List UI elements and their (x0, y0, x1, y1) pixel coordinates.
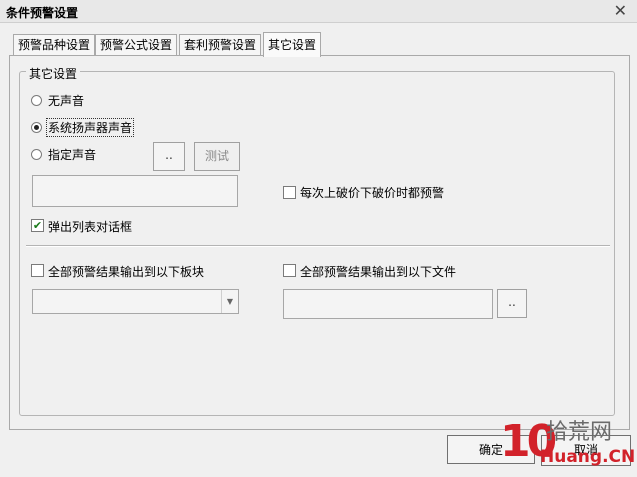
tab-other-settings[interactable]: 其它设置 (263, 32, 322, 57)
alert-every-break-checkbox[interactable] (283, 186, 296, 199)
export-block-checkbox[interactable] (31, 264, 44, 277)
tab-formula-settings[interactable]: 预警公式设置 (95, 34, 178, 56)
sound-path-field[interactable] (32, 175, 238, 207)
group-legend: 其它设置 (26, 65, 81, 82)
export-file-checkbox[interactable] (283, 264, 296, 277)
window-title: 条件预警设置 (6, 6, 79, 20)
sound-browse-button[interactable]: .. (153, 142, 185, 171)
export-file-label: 全部预警结果输出到以下文件 (300, 265, 457, 279)
tab-arbitrage-settings[interactable]: 套利预警设置 (179, 34, 262, 56)
title-bar: 条件预警设置 ✕ (0, 0, 637, 23)
block-select[interactable]: ▼ (32, 289, 239, 314)
watermark-logo-site: Huang.CN (540, 447, 636, 467)
custom-sound-label: 指定声音 (48, 148, 97, 162)
system-speaker-radio[interactable] (31, 122, 42, 133)
chevron-down-icon[interactable]: ▼ (221, 290, 238, 313)
export-block-label: 全部预警结果输出到以下板块 (48, 265, 205, 279)
no-sound-label: 无声音 (48, 94, 85, 108)
system-speaker-label: 系统扬声器声音 (46, 118, 135, 137)
file-path-field[interactable] (283, 289, 493, 319)
popup-list-label: 弹出列表对话框 (48, 220, 133, 234)
close-icon[interactable]: ✕ (614, 1, 627, 20)
popup-list-checkbox[interactable]: ✔ (31, 219, 44, 232)
checkmark-icon: ✔ (32, 219, 43, 232)
test-sound-button[interactable]: 测试 (194, 142, 240, 171)
tab-variety-settings[interactable]: 预警品种设置 (13, 34, 96, 56)
file-browse-button[interactable]: .. (497, 289, 527, 318)
no-sound-radio[interactable] (31, 95, 42, 106)
alert-every-break-label: 每次上破价下破价时都预警 (300, 186, 445, 200)
custom-sound-radio[interactable] (31, 149, 42, 160)
section-divider (26, 245, 610, 247)
watermark-logo-text: 拾荒网 (546, 420, 613, 445)
